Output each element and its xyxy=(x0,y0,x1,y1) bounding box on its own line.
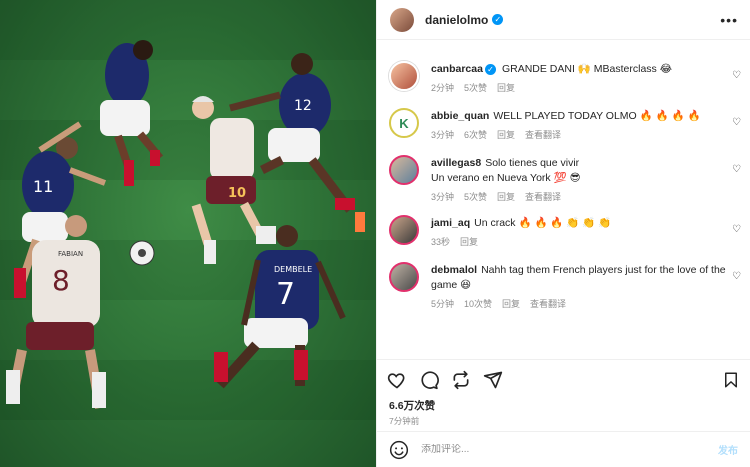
reply-button[interactable]: 回复 xyxy=(497,192,515,202)
like-comment-heart-icon[interactable]: ♡ xyxy=(732,164,741,175)
comment-username[interactable]: debmalol xyxy=(431,264,477,276)
commenter-avatar[interactable]: K xyxy=(389,108,419,138)
share-icon[interactable] xyxy=(451,370,471,390)
comment-body: avillegas8 Solo tienes que vivir Un veran… xyxy=(431,155,731,203)
comment-text-line: jami_aq Un crack 🔥 🔥 🔥 👏 👏 👏 xyxy=(431,216,731,231)
post-header: danielolmo ✓ ••• xyxy=(377,0,750,40)
author-avatar[interactable] xyxy=(390,7,414,32)
comment-meta: 2分钟 5次赞 回复 xyxy=(431,81,731,94)
comment-text: Nahh tag them French players just for th… xyxy=(481,264,726,276)
comment-meta: 33秒 回复 xyxy=(431,235,731,248)
football-scene: 12 10 11 FABIAN 8 DEMBELE 7 xyxy=(0,0,376,420)
comment-text-line-2: game 😆 xyxy=(431,279,472,291)
like-comment-heart-icon[interactable]: ♡ xyxy=(732,70,741,81)
comment-body: abbie_quan WELL PLAYED TODAY OLMO 🔥 🔥 🔥 🔥… xyxy=(431,108,731,141)
like-comment-heart-icon[interactable]: ♡ xyxy=(732,117,741,128)
comment-text: Solo tienes que vivir xyxy=(485,157,580,169)
reply-button[interactable]: 回复 xyxy=(460,237,478,247)
commenter-avatar[interactable] xyxy=(389,155,419,185)
post-actions-bar xyxy=(377,359,750,399)
comment-time: 3分钟 xyxy=(431,130,455,140)
comment-text: WELL PLAYED TODAY OLMO 🔥 🔥 🔥 🔥 xyxy=(493,110,701,122)
comment-likes[interactable]: 5次赞 xyxy=(464,83,487,93)
emoji-icon[interactable] xyxy=(389,440,409,460)
comment-time: 5分钟 xyxy=(431,299,455,309)
jersey-number: 7 xyxy=(276,277,295,312)
comment-time: 3分钟 xyxy=(431,192,455,202)
comment-meta: 3分钟 6次赞 回复 查看翻译 xyxy=(431,128,731,141)
comment-username[interactable]: canbarcaa xyxy=(431,63,483,75)
comment-body: debmalol Nahh tag them French players jus… xyxy=(431,262,731,310)
comment-username[interactable]: avillegas8 xyxy=(431,157,481,169)
comment-time: 2分钟 xyxy=(431,83,455,93)
reply-button[interactable]: 回复 xyxy=(497,130,515,140)
instagram-post-view: 12 10 11 FABIAN 8 DEMBELE 7 danielolmo ✓… xyxy=(0,0,750,467)
jersey-name: FABIAN xyxy=(58,250,83,258)
comment-text-line: avillegas8 Solo tienes que vivir xyxy=(431,156,731,171)
comment-likes[interactable]: 5次赞 xyxy=(464,192,487,202)
jersey-number: 10 xyxy=(228,186,246,201)
like-comment-heart-icon[interactable]: ♡ xyxy=(732,271,741,282)
comment-time: 33秒 xyxy=(431,237,451,247)
reply-button[interactable]: 回复 xyxy=(497,83,515,93)
verified-badge-icon: ✓ xyxy=(484,64,496,75)
jersey-number: 11 xyxy=(33,177,53,196)
post-comment-button[interactable]: 发布 xyxy=(718,442,738,457)
send-icon[interactable] xyxy=(483,370,503,390)
comment-likes[interactable]: 10次赞 xyxy=(464,299,492,309)
more-options-icon[interactable]: ••• xyxy=(720,12,738,28)
verified-badge-icon: ✓ xyxy=(492,14,504,25)
comment-username[interactable]: jami_aq xyxy=(431,217,470,229)
jersey-name: DEMBELE xyxy=(274,265,312,274)
see-translation-button[interactable]: 查看翻译 xyxy=(525,130,561,140)
comment-body: jami_aq Un crack 🔥 🔥 🔥 👏 👏 👏 33秒 回复 xyxy=(431,215,731,248)
post-sidebar: danielolmo ✓ ••• canbarcaa ✓ GRANDE DANI 🙌… xyxy=(376,0,750,467)
post-time: 7分钟前 xyxy=(389,416,420,426)
add-comment-input[interactable] xyxy=(421,444,691,455)
comment-text: Un crack 🔥 🔥 🔥 👏 👏 👏 xyxy=(474,217,612,229)
reply-button[interactable]: 回复 xyxy=(502,299,520,309)
jersey-number: 8 xyxy=(52,264,70,297)
commenter-avatar[interactable] xyxy=(389,215,419,245)
author-username[interactable]: danielolmo xyxy=(425,13,488,27)
comment-item: canbarcaa ✓ GRANDE DANI 🙌 MBasterclass 😂 2… xyxy=(389,61,741,94)
comment-icon[interactable] xyxy=(419,370,439,390)
comment-text-line-2: Un verano en Nueva York 💯 😎 xyxy=(431,172,581,184)
comment-text: GRANDE DANI 🙌 MBasterclass 😂 xyxy=(501,63,672,75)
likes-count[interactable]: 6.6万次赞 xyxy=(377,399,750,413)
post-photo[interactable]: 12 10 11 FABIAN 8 DEMBELE 7 xyxy=(0,0,376,467)
see-translation-button[interactable]: 查看翻译 xyxy=(525,192,561,202)
comment-text-line: debmalol Nahh tag them French players jus… xyxy=(431,263,731,278)
comment-body: canbarcaa ✓ GRANDE DANI 🙌 MBasterclass 😂 2… xyxy=(431,61,731,94)
comment-username[interactable]: abbie_quan xyxy=(431,110,489,122)
comment-text-line: abbie_quan WELL PLAYED TODAY OLMO 🔥 🔥 🔥 🔥 xyxy=(431,109,731,124)
like-comment-heart-icon[interactable]: ♡ xyxy=(732,224,741,235)
comment-item: jami_aq Un crack 🔥 🔥 🔥 👏 👏 👏 33秒 回复 ♡ xyxy=(389,215,741,248)
comment-text-line: canbarcaa ✓ GRANDE DANI 🙌 MBasterclass 😂 xyxy=(431,62,731,77)
commenter-avatar[interactable] xyxy=(389,61,419,91)
comments-list[interactable]: canbarcaa ✓ GRANDE DANI 🙌 MBasterclass 😂 2… xyxy=(377,40,750,359)
comment-item: debmalol Nahh tag them French players jus… xyxy=(389,262,741,310)
bookmark-icon[interactable] xyxy=(722,370,740,390)
comment-likes[interactable]: 6次赞 xyxy=(464,130,487,140)
see-translation-button[interactable]: 查看翻译 xyxy=(530,299,566,309)
add-comment-bar: 发布 xyxy=(377,431,750,467)
comment-meta: 5分钟 10次赞 回复 查看翻译 xyxy=(431,297,731,310)
heart-icon[interactable] xyxy=(387,370,407,390)
comment-item: avillegas8 Solo tienes que vivir Un veran… xyxy=(389,155,741,203)
comment-item: K abbie_quan WELL PLAYED TODAY OLMO 🔥 🔥 🔥… xyxy=(389,108,741,141)
commenter-avatar[interactable] xyxy=(389,262,419,292)
football xyxy=(129,240,155,266)
jersey-number: 12 xyxy=(294,98,312,114)
comment-meta: 3分钟 5次赞 回复 查看翻译 xyxy=(431,190,731,203)
